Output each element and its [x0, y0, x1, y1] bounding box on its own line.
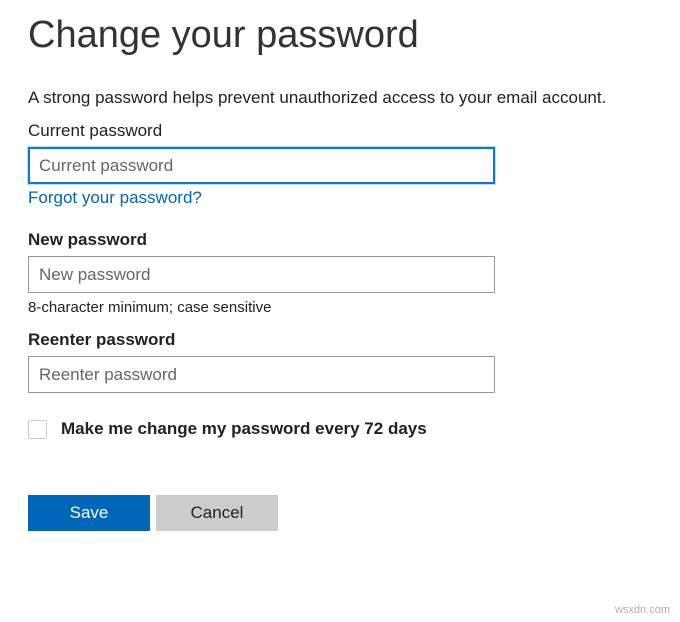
rotation-checkbox[interactable] — [28, 420, 47, 439]
page-description: A strong password helps prevent unauthor… — [28, 87, 660, 109]
button-row: Save Cancel — [28, 495, 660, 531]
rotation-checkbox-row[interactable]: Make me change my password every 72 days — [28, 419, 660, 439]
save-button[interactable]: Save — [28, 495, 150, 531]
reenter-password-input[interactable] — [28, 356, 495, 393]
new-password-group: New password 8-character minimum; case s… — [28, 230, 660, 316]
new-password-help: 8-character minimum; case sensitive — [28, 299, 660, 316]
reenter-password-group: Reenter password — [28, 330, 660, 393]
new-password-input[interactable] — [28, 256, 495, 293]
cancel-button[interactable]: Cancel — [156, 495, 278, 531]
rotation-checkbox-label: Make me change my password every 72 days — [61, 419, 427, 439]
reenter-password-label: Reenter password — [28, 330, 660, 350]
watermark: wsxdn.com — [615, 604, 670, 616]
forgot-password-link[interactable]: Forgot your password? — [28, 188, 202, 208]
current-password-group: Current password Forgot your password? — [28, 121, 660, 208]
new-password-label: New password — [28, 230, 660, 250]
current-password-label: Current password — [28, 121, 660, 141]
current-password-input[interactable] — [28, 147, 495, 184]
page-title: Change your password — [28, 14, 660, 57]
